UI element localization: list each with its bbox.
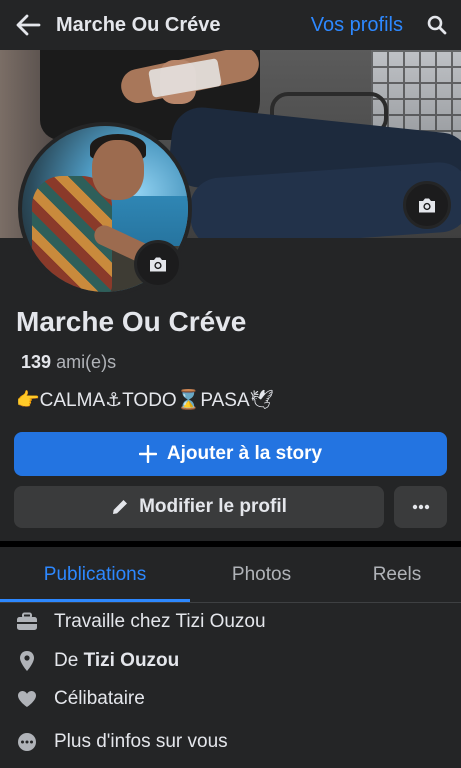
profile-page: Marche Ou Créve Vos profils Marche Ou Cr… — [0, 0, 461, 768]
detail-more-info[interactable]: Plus d'infos sur vous — [16, 727, 228, 757]
add-to-story-button[interactable]: Ajouter à la story — [14, 432, 447, 476]
hometown-prefix: De — [54, 650, 79, 671]
detail-relationship: Célibataire — [16, 684, 145, 714]
top-bar: Marche Ou Créve Vos profils — [0, 0, 461, 50]
arrow-left-icon — [16, 14, 41, 36]
friends-count[interactable]: 139 ami(e)s — [21, 352, 116, 373]
search-button[interactable] — [417, 0, 457, 50]
friends-count-number: 139 — [21, 352, 52, 372]
detail-hometown: De Tizi Ouzou — [16, 646, 179, 676]
profile-tabs: Publications Photos Reels — [0, 547, 461, 602]
work-text: Travaille chez Tizi Ouzou — [54, 611, 266, 632]
pencil-icon — [113, 500, 128, 514]
add-to-story-label: Ajouter à la story — [166, 443, 323, 464]
search-icon — [427, 15, 447, 35]
more-options-button[interactable] — [394, 486, 447, 528]
more-info-text: Plus d'infos sur vous — [54, 731, 228, 752]
briefcase-icon — [16, 611, 38, 633]
profile-name: Marche Ou Créve — [16, 306, 247, 337]
friends-count-label: ami(e)s — [56, 352, 117, 372]
hometown-place[interactable]: Tizi Ouzou — [84, 650, 180, 672]
more-dots-icon — [16, 731, 38, 753]
edit-profile-button[interactable]: Modifier le profil — [14, 486, 384, 528]
back-button[interactable] — [0, 0, 56, 50]
plus-icon — [138, 445, 157, 463]
location-pin-icon — [16, 650, 38, 672]
your-profiles-link[interactable]: Vos profils — [311, 14, 403, 37]
edit-cover-camera-button[interactable] — [403, 181, 451, 229]
camera-icon — [419, 198, 435, 212]
relationship-text: Célibataire — [54, 688, 145, 709]
detail-work: Travaille chez Tizi Ouzou — [16, 607, 266, 637]
profile-bio: 👉CALMA⚓TODO⌛PASA🕊 — [16, 390, 274, 411]
tabs-divider — [0, 602, 461, 603]
more-dots-icon — [412, 504, 429, 510]
tab-photos[interactable]: Photos — [190, 547, 333, 602]
edit-profile-label: Modifier le profil — [139, 496, 287, 517]
heart-icon — [16, 688, 38, 710]
tab-reels[interactable]: Reels — [333, 547, 461, 602]
tab-publications[interactable]: Publications — [0, 547, 190, 602]
page-title: Marche Ou Créve — [56, 13, 221, 36]
camera-icon — [150, 257, 166, 271]
edit-avatar-camera-button[interactable] — [134, 240, 182, 288]
